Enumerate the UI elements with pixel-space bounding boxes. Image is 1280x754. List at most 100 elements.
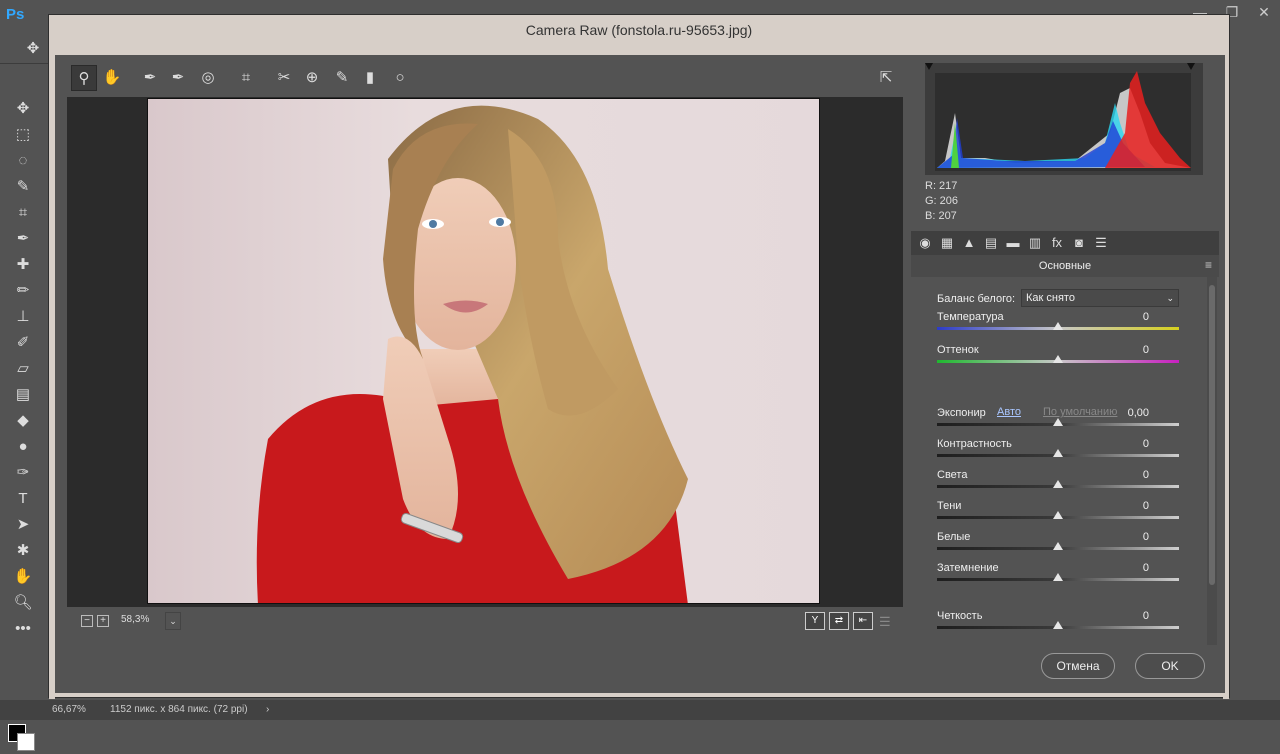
slider-label: Белые <box>937 531 971 543</box>
type-tool-icon[interactable]: T <box>10 488 36 510</box>
stamp-tool-icon[interactable]: ⊥ <box>10 306 36 328</box>
slider-value[interactable]: 0 <box>1101 531 1149 543</box>
shape-tool-icon[interactable]: ✱ <box>10 540 36 562</box>
move-icon[interactable]: ✥ <box>20 38 46 60</box>
slider-value[interactable]: 0 <box>1101 469 1149 481</box>
move-tool-icon[interactable]: ✥ <box>10 98 36 120</box>
white-balance-value: Как снято <box>1026 292 1075 304</box>
slider-thumb[interactable] <box>1053 511 1063 519</box>
camera-calibration-tab-icon[interactable]: ◙ <box>1069 233 1089 253</box>
slider-thumb[interactable] <box>1053 621 1063 629</box>
zoom-dropdown[interactable]: ⌄ <box>165 612 181 630</box>
slider-value[interactable]: 0 <box>1101 311 1149 323</box>
gradient-tool-icon[interactable]: ▤ <box>10 384 36 406</box>
presets-tab-icon[interactable]: ☰ <box>1091 233 1111 253</box>
zoom-icon[interactable]: ⚲ <box>71 65 97 91</box>
ps-statusbar: 66,67% 1152 пикс. x 864 пикс. (72 ppi) › <box>0 700 1280 720</box>
spot-removal-icon[interactable]: ✂ <box>271 65 297 91</box>
swap-settings-button[interactable]: ⇄ <box>829 612 849 630</box>
dodge-tool-icon[interactable]: ● <box>10 436 36 458</box>
camera-raw-toolbar: ⚲ ✋ ✒ ✒ ◎ ⌗ ✂ ⊕ ✎ ▮ ○ ⇱ <box>67 61 903 95</box>
hand-icon[interactable]: ✋ <box>99 65 125 91</box>
tone-curve-tab-icon[interactable]: ▦ <box>937 233 957 253</box>
slider-label: Контрастность <box>937 438 1012 450</box>
history-brush-icon[interactable]: ✐ <box>10 332 36 354</box>
split-toning-tab-icon[interactable]: ▬ <box>1003 233 1023 253</box>
hand-tool-icon[interactable]: ✋ <box>10 566 36 588</box>
chevron-down-icon: ⌄ <box>1166 293 1174 303</box>
crop-tool-icon[interactable]: ⌗ <box>10 202 36 224</box>
basic-panel: Баланс белого: Как снято ⌄ Температура 0 О… <box>911 277 1207 645</box>
rgb-readout: R: 217 G: 206 B: 207 <box>925 179 975 227</box>
pen-tool-icon[interactable]: ✑ <box>10 462 36 484</box>
radial-filter-icon[interactable]: ○ <box>387 65 413 91</box>
slider-thumb[interactable] <box>1053 355 1063 363</box>
dialog-body: ⚲ ✋ ✒ ✒ ◎ ⌗ ✂ ⊕ ✎ ▮ ○ ⇱ − + 58,3% ⌄ Y ⇄ … <box>55 55 1225 693</box>
cancel-button[interactable]: Отмена <box>1041 653 1115 679</box>
lasso-tool-icon[interactable]: ◌ <box>10 150 36 172</box>
rgb-b: B: 207 <box>925 210 957 222</box>
eraser-tool-icon[interactable]: ▱ <box>10 358 36 380</box>
crop-icon[interactable]: ⌗ <box>233 65 259 91</box>
auto-link[interactable]: Авто <box>997 406 1021 418</box>
slider-thumb[interactable] <box>1053 449 1063 457</box>
slider-label: Затемнение <box>937 562 999 574</box>
preview-settings-icon[interactable]: ☰ <box>879 614 891 630</box>
brush-tool-icon[interactable]: ✏ <box>10 280 36 302</box>
basic-tab-icon[interactable]: ◉ <box>915 233 935 253</box>
targeted-adjust-icon[interactable]: ◎ <box>195 65 221 91</box>
zoom-tool-icon[interactable]: 🔍︎ <box>10 592 36 614</box>
slider-value[interactable]: 0 <box>1101 438 1149 450</box>
slider-label: Четкость <box>937 610 983 622</box>
ps-logo: Ps <box>6 6 25 23</box>
slider-label: Света <box>937 469 968 481</box>
slider-thumb[interactable] <box>1053 322 1063 330</box>
panel-scrollbar[interactable] <box>1207 277 1217 645</box>
histogram <box>925 63 1203 175</box>
color-swatches[interactable] <box>8 724 38 754</box>
open-preferences-icon[interactable]: ⇱ <box>873 65 899 91</box>
portrait-illustration <box>256 105 688 603</box>
slider-value[interactable]: 0 <box>1101 562 1149 574</box>
status-doc-info: 1152 пикс. x 864 пикс. (72 ppi) <box>110 704 248 715</box>
panel-menu-icon[interactable]: ≡ <box>1205 258 1212 272</box>
red-eye-icon[interactable]: ⊕ <box>299 65 325 91</box>
close-button[interactable]: ✕ <box>1248 0 1280 30</box>
detail-tab-icon[interactable]: ▲ <box>959 233 979 253</box>
white-balance-icon[interactable]: ✒ <box>137 65 163 91</box>
adjustment-brush-icon[interactable]: ✎ <box>329 65 355 91</box>
blur-tool-icon[interactable]: ◆ <box>10 410 36 432</box>
white-balance-select[interactable]: Как снято ⌄ <box>1021 289 1179 307</box>
effects-tab-icon[interactable]: fx <box>1047 233 1067 253</box>
scroll-thumb[interactable] <box>1209 285 1215 585</box>
background-color[interactable] <box>17 733 35 751</box>
rgb-g: G: 206 <box>925 195 959 207</box>
copy-settings-button[interactable]: ⇤ <box>853 612 873 630</box>
slider-value[interactable]: 0 <box>1101 610 1149 622</box>
zoom-in-button[interactable]: + <box>97 615 109 627</box>
slider-label: Оттенок <box>937 344 979 356</box>
path-select-icon[interactable]: ➤ <box>10 514 36 536</box>
slider-thumb[interactable] <box>1053 480 1063 488</box>
status-arrow[interactable]: › <box>266 704 269 715</box>
eyedropper-tool-icon[interactable]: ✒ <box>10 228 36 250</box>
ok-button[interactable]: OK <box>1135 653 1205 679</box>
lens-tab-icon[interactable]: ▥ <box>1025 233 1045 253</box>
camera-raw-dialog: Camera Raw (fonstola.ru-95653.jpg) ⚲ ✋ ✒… <box>48 14 1230 699</box>
hsl-tab-icon[interactable]: ▤ <box>981 233 1001 253</box>
zoom-out-button[interactable]: − <box>81 615 93 627</box>
image-preview[interactable] <box>67 97 903 607</box>
slider-value[interactable]: 0 <box>1101 500 1149 512</box>
quick-select-icon[interactable]: ✎ <box>10 176 36 198</box>
slider-thumb[interactable] <box>1053 573 1063 581</box>
default-link[interactable]: По умолчанию <box>1043 406 1117 418</box>
slider-thumb[interactable] <box>1053 418 1063 426</box>
marquee-tool-icon[interactable]: ⬚ <box>10 124 36 146</box>
slider-value[interactable]: 0 <box>1101 344 1149 356</box>
graduated-filter-icon[interactable]: ▮ <box>357 65 383 91</box>
color-sampler-icon[interactable]: ✒ <box>165 65 191 91</box>
more-tools-icon[interactable]: ••• <box>10 618 36 640</box>
slider-thumb[interactable] <box>1053 542 1063 550</box>
healing-tool-icon[interactable]: ✚ <box>10 254 36 276</box>
before-after-toggle[interactable]: Y <box>805 612 825 630</box>
